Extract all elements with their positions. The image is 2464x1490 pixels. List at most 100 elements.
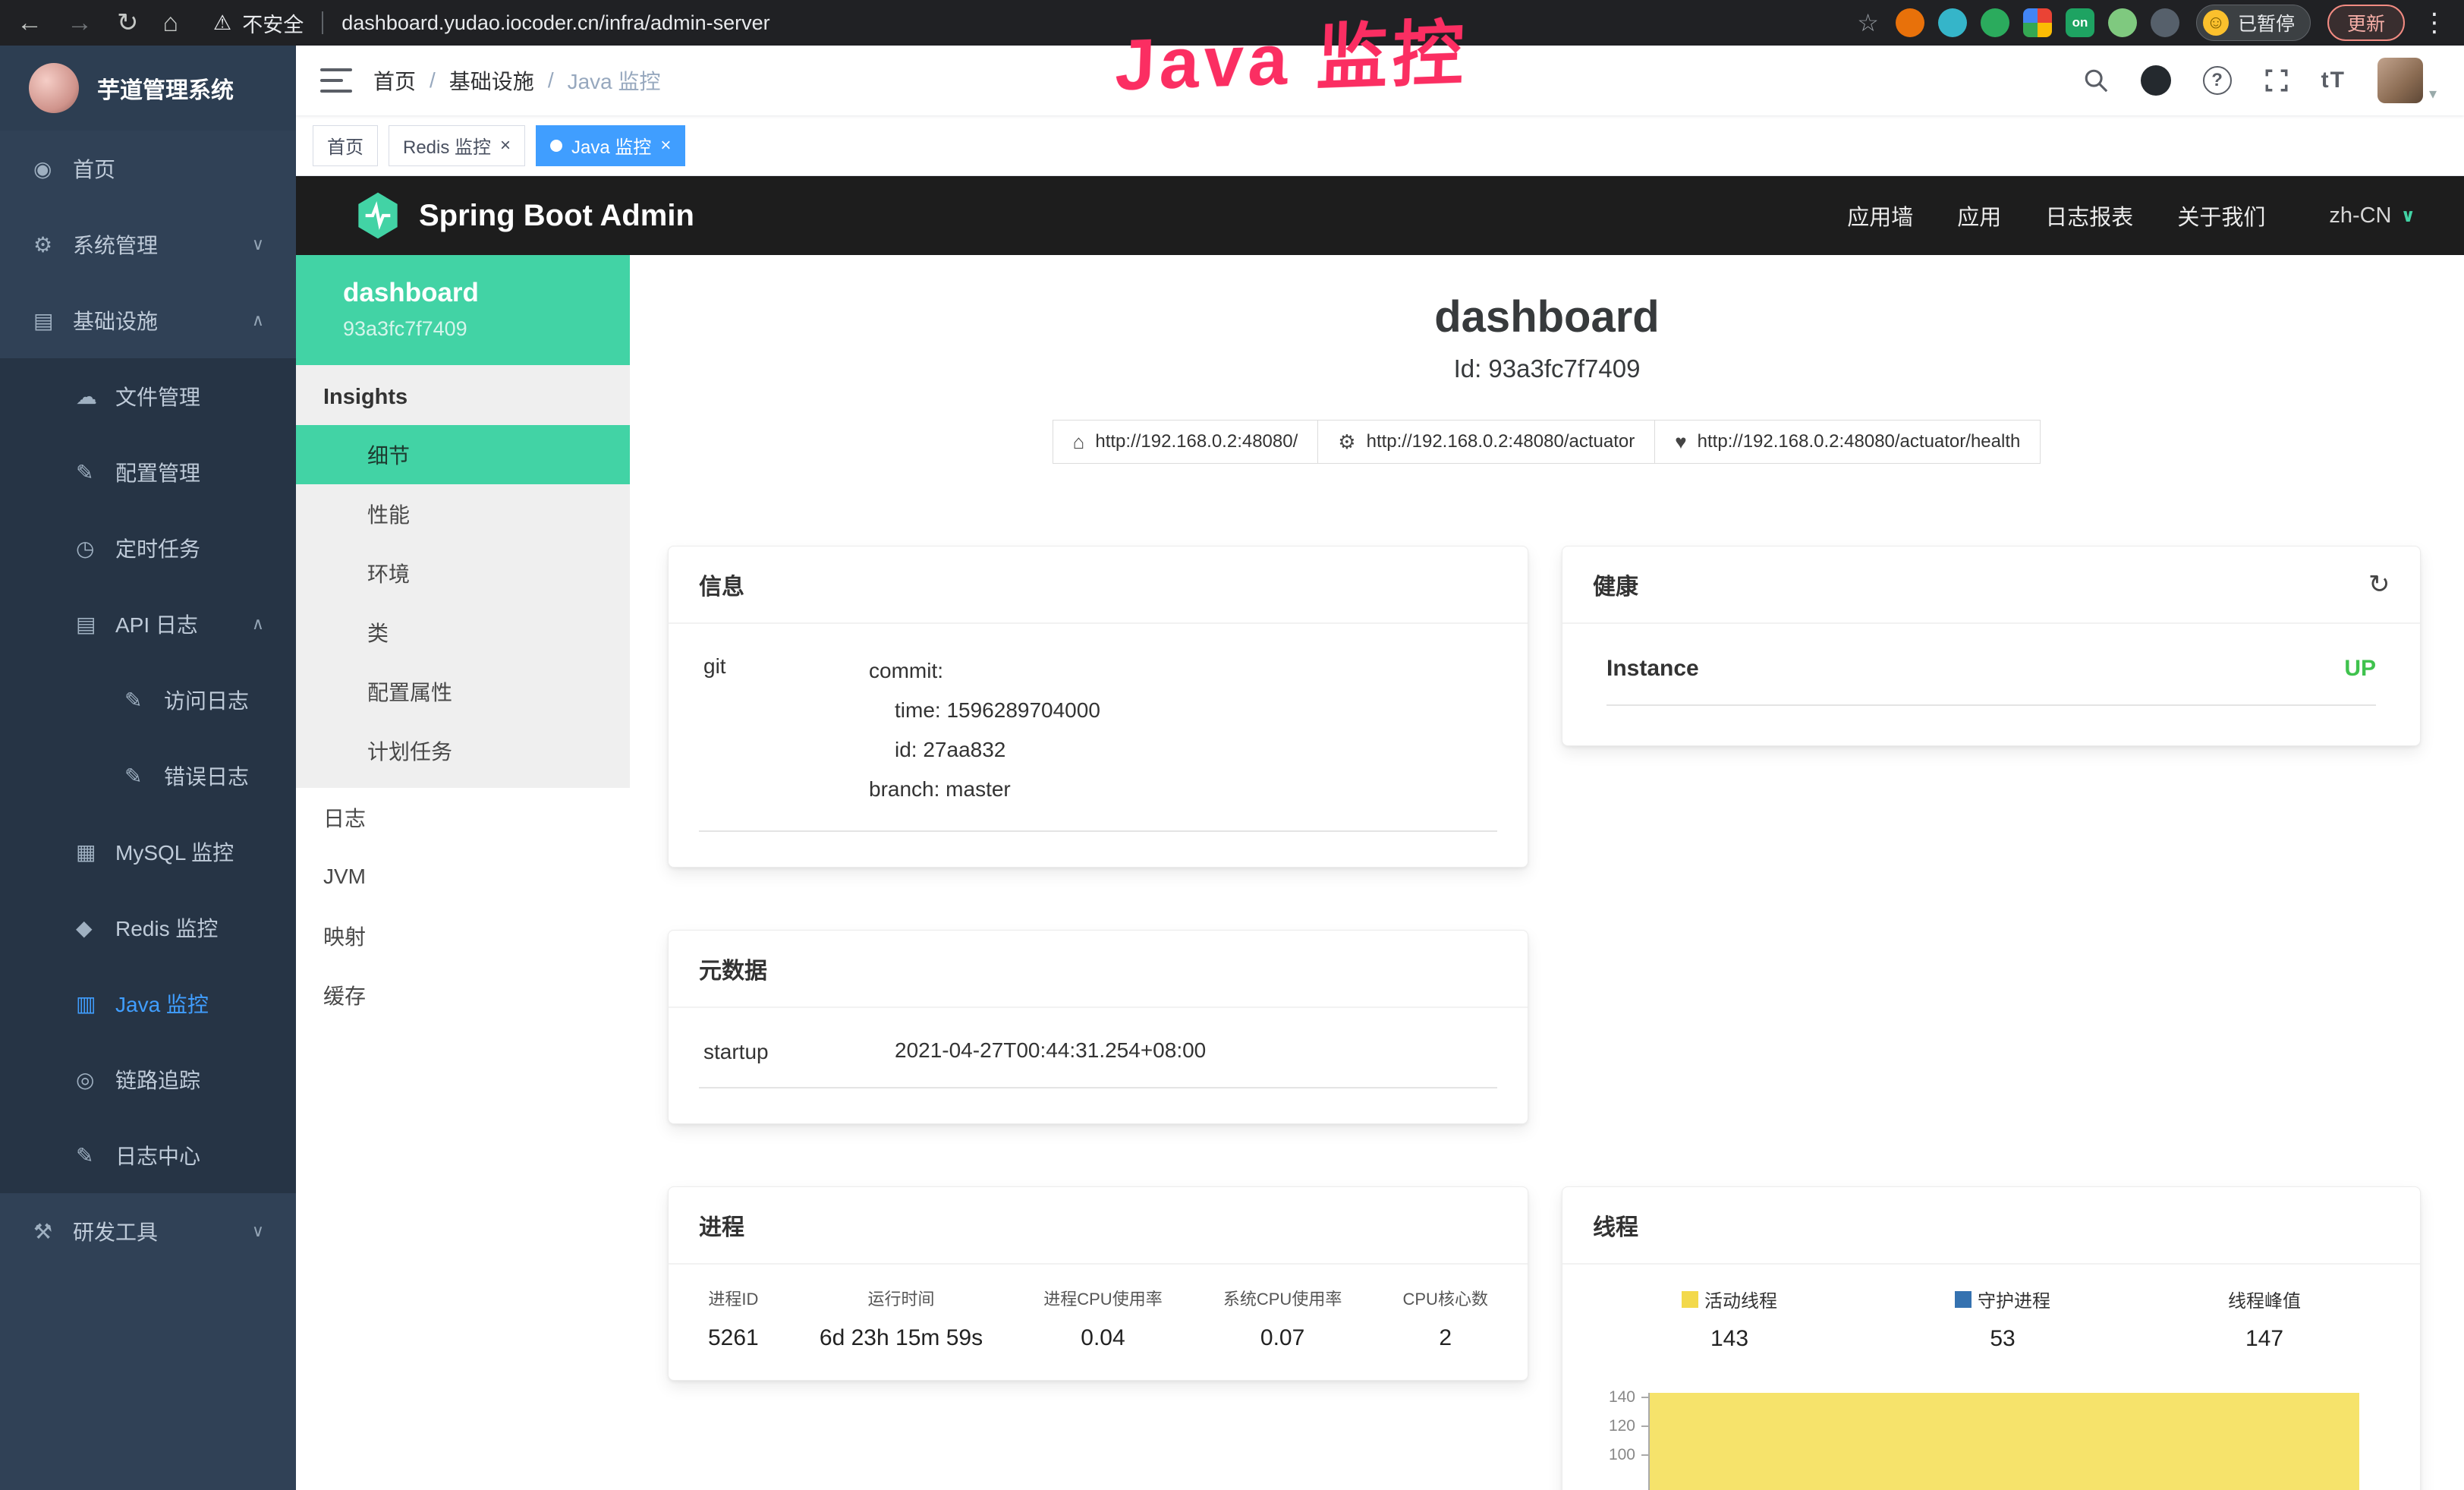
browser-actions: ☆ on ☺ 已暂停 更新 ⋮ [1857, 5, 2447, 41]
address-bar[interactable]: ⚠ 不安全 dashboard.yudao.iocoder.cn/infra/a… [213, 8, 770, 38]
sidebar-item-redis-monitor[interactable]: ◆Redis 监控 [0, 890, 296, 966]
instance-actuator-link[interactable]: ⚙ http://192.168.0.2:48080/actuator [1317, 420, 1655, 464]
search-icon[interactable] [2083, 68, 2109, 93]
app-logo-row[interactable]: 芋道管理系统 [0, 46, 296, 131]
sidebar-item-label: 研发工具 [73, 1216, 158, 1246]
sidebar-item-label: Java 监控 [115, 988, 209, 1019]
help-icon[interactable]: ? [2203, 66, 2232, 95]
breadcrumb-item[interactable]: 首页 [373, 65, 416, 96]
sidebar-item-error-log[interactable]: ✎错误日志 [0, 738, 296, 814]
sba-nav: 应用墙 应用 日志报表 关于我们 [1847, 200, 2265, 232]
extension-puzzle-icon[interactable] [2151, 8, 2179, 37]
close-icon[interactable]: × [500, 137, 511, 155]
metadata-card-header: 元数据 [669, 931, 1528, 1008]
insights-group: Insights 细节性能环境类配置属性计划任务 [296, 365, 630, 788]
extension-grid-icon[interactable] [2023, 8, 2052, 37]
sba-nav-applications[interactable]: 应用 [1957, 200, 2001, 232]
redis-icon: ◆ [76, 915, 115, 940]
sba-nav-wallboard[interactable]: 应用墙 [1847, 200, 1913, 232]
sidebar-item-files[interactable]: ☁文件管理 [0, 358, 296, 434]
tab-java-monitor[interactable]: Java 监控× [536, 125, 685, 166]
extension-leaf-icon[interactable] [2108, 8, 2137, 37]
font-size-icon[interactable]: tT [2321, 68, 2346, 93]
instance-health-link[interactable]: ♥http://192.168.0.2:48080/actuator/healt… [1654, 420, 2041, 464]
fullscreen-icon[interactable] [2264, 68, 2289, 93]
sidebar-item-label: 基础设施 [73, 305, 158, 335]
active-dot-icon [550, 140, 562, 152]
github-icon[interactable] [2141, 65, 2171, 96]
chevron-down-icon: ∨ [252, 235, 264, 254]
sba-menu-item[interactable]: 日志 [296, 788, 630, 847]
process-card-body: 进程ID5261运行时间6d 23h 15m 59s进程CPU使用率0.04系统… [669, 1265, 1528, 1380]
info-key: git [703, 651, 869, 809]
sba-nav-journal[interactable]: 日志报表 [2045, 200, 2133, 232]
threads-card-title: 线程 [1593, 1208, 1638, 1242]
sba-menu-item[interactable]: 计划任务 [296, 721, 630, 780]
wrench-icon: ⚙ [1338, 430, 1355, 454]
forward-icon[interactable]: → [67, 10, 93, 36]
sba-nav-about[interactable]: 关于我们 [2177, 200, 2265, 232]
java-icon: ▥ [76, 991, 115, 1016]
sba-menu-item[interactable]: 环境 [296, 543, 630, 603]
sidebar-item-infrastructure[interactable]: ▤基础设施∧ [0, 282, 296, 358]
sidebar-item-label: Redis 监控 [115, 912, 218, 943]
browser-menu-icon[interactable]: ⋮ [2422, 8, 2447, 38]
sba-menu-item[interactable]: 配置属性 [296, 662, 630, 721]
sidebar-item-dev-tools[interactable]: ⚒研发工具∨ [0, 1193, 296, 1269]
tab-redis-monitor[interactable]: Redis 监控× [389, 125, 525, 166]
page-title: dashboard [668, 291, 2426, 342]
close-icon[interactable]: × [660, 137, 671, 155]
sidebar-item-log-center[interactable]: ✎日志中心 [0, 1117, 296, 1193]
sidebar-item-java-monitor[interactable]: ▥Java 监控 [0, 966, 296, 1041]
sba-menu-item[interactable]: 细节 [296, 425, 630, 484]
process-metric: CPU核心数2 [1403, 1286, 1488, 1351]
extension-on-badge-icon[interactable]: on [2066, 8, 2094, 37]
back-icon[interactable]: ← [17, 10, 42, 36]
breadcrumb-item[interactable]: 基础设施 [449, 65, 534, 96]
sidebar-item-api-log[interactable]: ▤API 日志∧ [0, 586, 296, 662]
tab-label: 首页 [327, 132, 363, 159]
metric-label: 系统CPU使用率 [1223, 1286, 1342, 1310]
update-button[interactable]: 更新 [2327, 5, 2405, 41]
extension-drop-icon[interactable] [1938, 8, 1967, 37]
thread-metric: 守护进程53 [1955, 1286, 2050, 1352]
extension-fox-icon[interactable] [1896, 8, 1924, 37]
sidebar-item-label: 日志中心 [115, 1140, 200, 1170]
sidebar-item-system[interactable]: ⚙系统管理∨ [0, 206, 296, 282]
history-icon[interactable]: ↺ [2368, 569, 2390, 600]
sidebar-item-label: 文件管理 [115, 381, 200, 411]
gear-icon: ⚙ [33, 232, 73, 257]
reload-icon[interactable]: ↻ [117, 10, 139, 36]
sba-menu-item[interactable]: JVM [296, 847, 630, 906]
sidebar-item-access-log[interactable]: ✎访问日志 [0, 662, 296, 738]
instance-name: dashboard [343, 278, 630, 308]
sba-menu-item[interactable]: 性能 [296, 484, 630, 543]
link-url: http://192.168.0.2:48080/actuator [1367, 431, 1635, 452]
sidebar-item-mysql-monitor[interactable]: ▦MySQL 监控 [0, 814, 296, 890]
extension-green-circle-icon[interactable] [1981, 8, 2009, 37]
caret-down-icon: ▾ [2429, 84, 2437, 103]
bookmark-star-icon[interactable]: ☆ [1857, 8, 1879, 37]
sidebar-item-tracing[interactable]: ◎链路追踪 [0, 1041, 296, 1117]
health-row: Instance UP [1606, 656, 2376, 706]
sba-menu-item[interactable]: 映射 [296, 906, 630, 966]
sidebar-item-home[interactable]: ◉首页 [0, 131, 296, 206]
legend-swatch [1682, 1291, 1698, 1308]
locale-selector[interactable]: zh-CN ∨ [2329, 203, 2415, 228]
tab-home[interactable]: 首页 [313, 125, 378, 166]
annotation-java-monitor: Java 监控 [1114, 0, 1471, 111]
sba-menu-item[interactable]: 类 [296, 603, 630, 662]
breadcrumb-item[interactable]: Java 监控 [568, 65, 661, 96]
sba-menu-item[interactable]: 缓存 [296, 966, 630, 1025]
legend-label: 线程峰值 [2228, 1286, 2301, 1312]
sidebar-item-config[interactable]: ✎配置管理 [0, 434, 296, 510]
user-menu[interactable]: ▾ [2377, 58, 2437, 103]
paused-badge[interactable]: ☺ 已暂停 [2196, 5, 2311, 41]
metadata-card-title: 元数据 [699, 952, 767, 985]
instance-home-link[interactable]: ⌂http://192.168.0.2:48080/ [1053, 420, 1319, 464]
sidebar-item-scheduled-jobs[interactable]: ◷定时任务 [0, 510, 296, 586]
browser-home-icon[interactable]: ⌂ [163, 10, 179, 36]
metric-value: 6d 23h 15m 59s [820, 1325, 983, 1351]
hamburger-icon[interactable] [320, 68, 352, 93]
instance-header[interactable]: dashboard 93a3fc7f7409 [296, 255, 630, 365]
